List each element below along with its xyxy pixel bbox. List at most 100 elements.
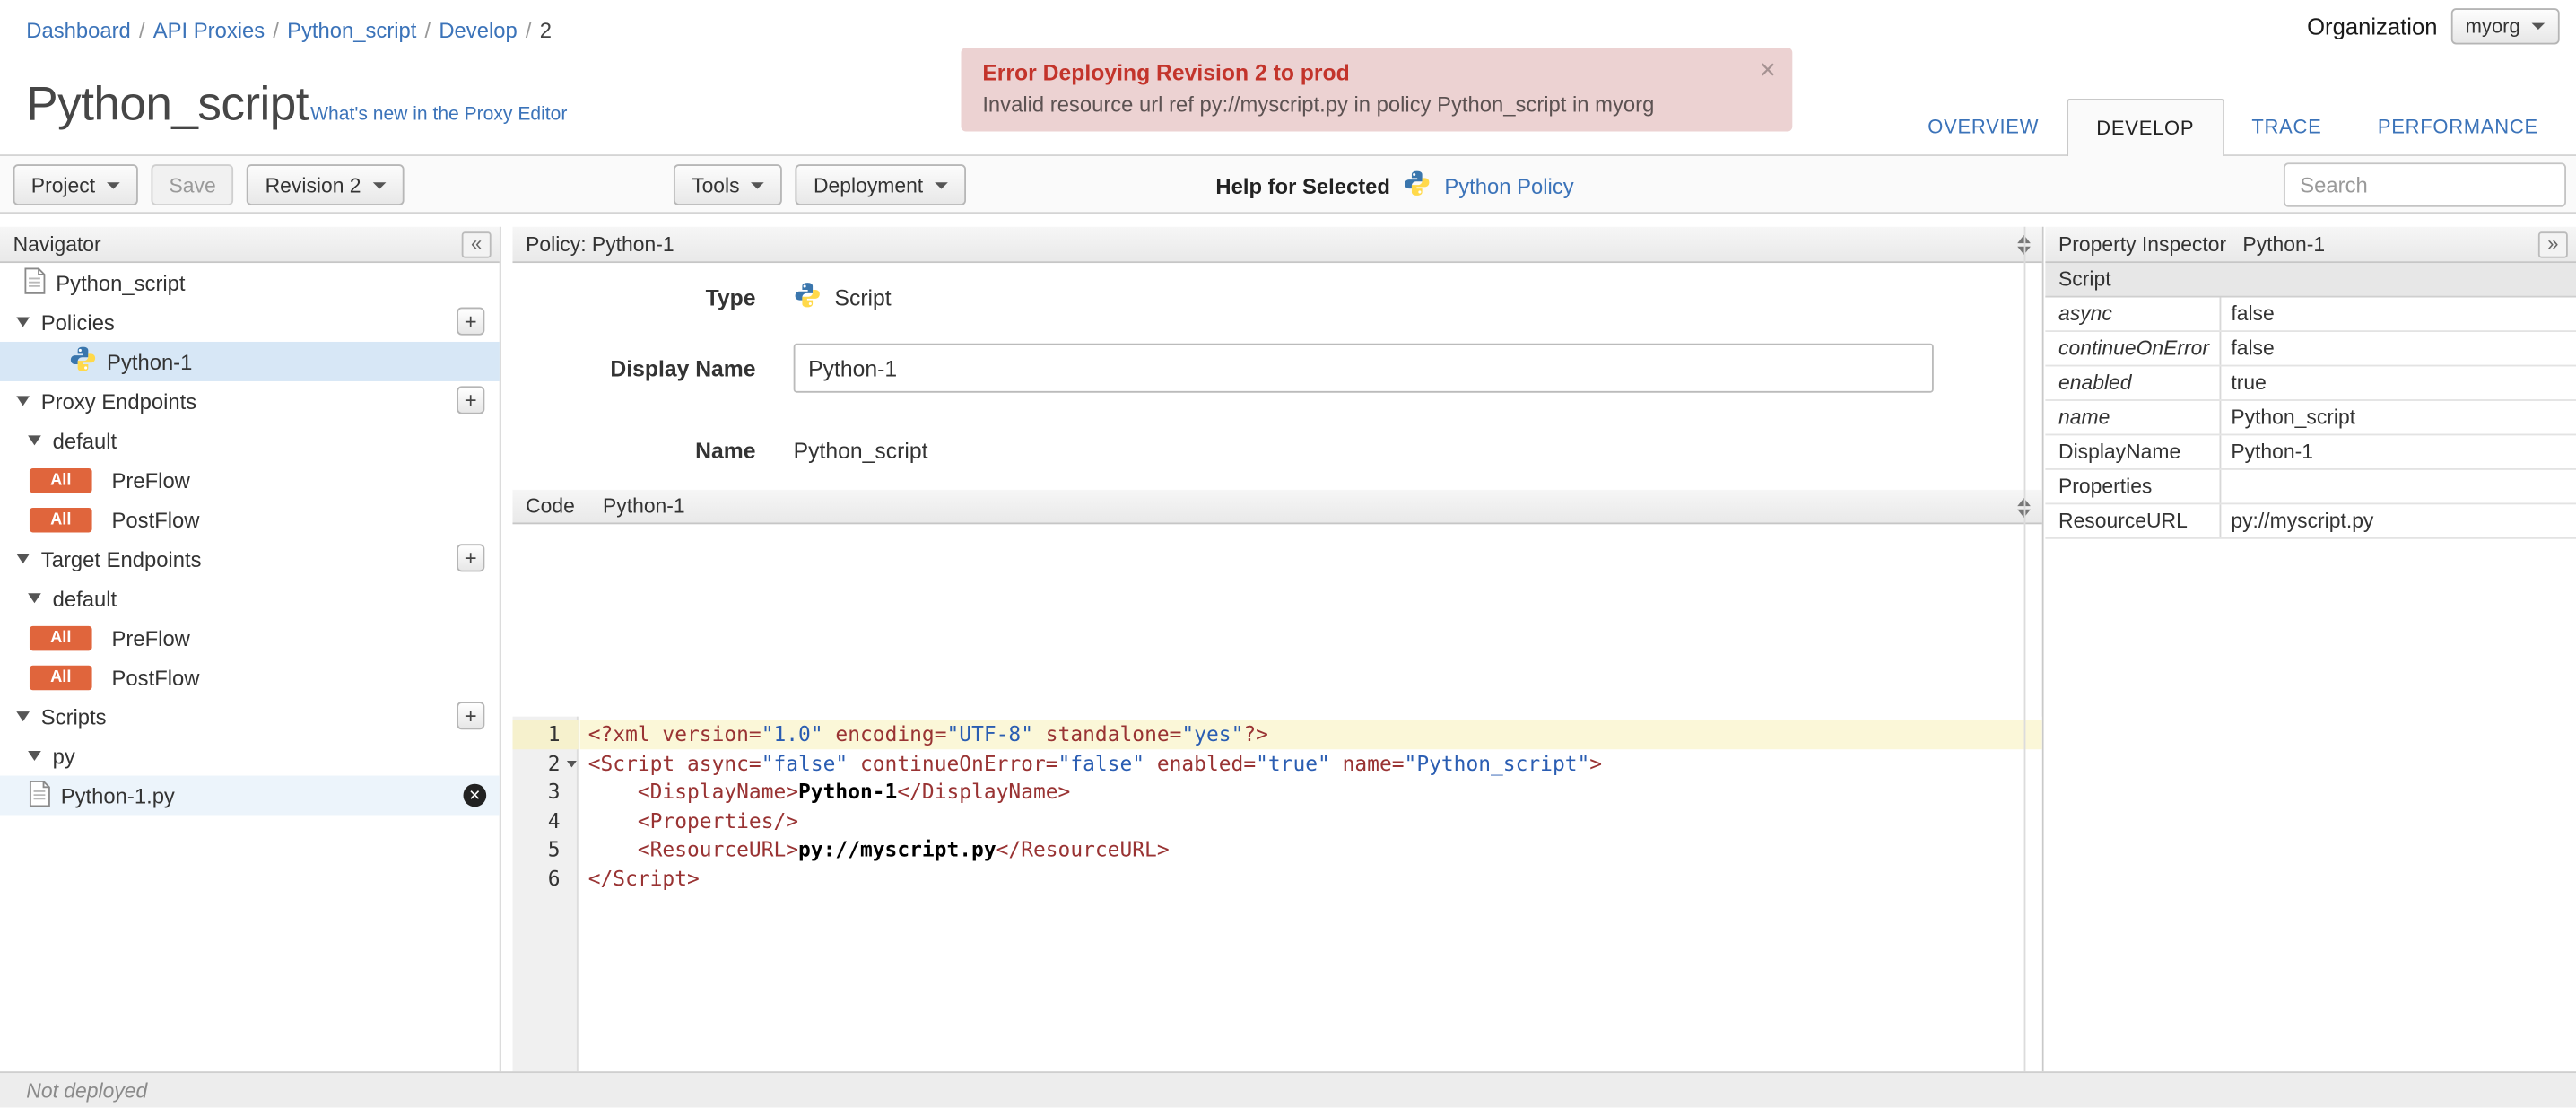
delete-script-icon[interactable]: ✕ [463,783,487,807]
property-value: false [2231,302,2275,326]
breadcrumb-separator: / [424,18,431,43]
deployment-button[interactable]: Deployment [795,164,966,205]
disclosure-triangle-icon[interactable] [16,396,30,406]
breadcrumb-proxy-name[interactable]: Python_script [287,18,416,42]
property-row[interactable]: async false [2045,297,2576,332]
display-name-input[interactable] [793,343,1934,393]
disclosure-triangle-icon[interactable] [28,751,41,762]
tab-overview[interactable]: OVERVIEW [1900,115,2067,156]
tab-develop[interactable]: DEVELOP [2067,98,2224,157]
nav-item-target-preflow[interactable]: All PreFlow [0,618,500,658]
revision-button[interactable]: Revision 2 [247,164,405,205]
property-value: false [2231,336,2275,361]
whats-new-link[interactable]: What's new in the Proxy Editor [310,105,567,125]
python-policy-help-link[interactable]: Python Policy [1444,173,1573,197]
nav-group-label: default [52,428,117,453]
disclosure-triangle-icon[interactable] [16,317,30,327]
code-line[interactable]: 3 <DisplayName>Python-1</DisplayName> [512,777,2041,806]
python-icon [794,281,822,314]
nav-section-scripts[interactable]: Scripts + [0,697,500,737]
property-section-header: Script [2045,263,2576,298]
code-header-policy-name: Python-1 [603,494,685,518]
property-value: true [2231,371,2267,395]
nav-item-label: PostFlow [111,507,200,532]
nav-section-label: Proxy Endpoints [40,388,197,414]
nav-item-proxy-preflow[interactable]: All PreFlow [0,460,500,500]
name-value: Python_script [793,438,928,463]
policy-panel-header: Policy: Python-1 [512,226,2042,264]
organization-select[interactable]: myorg [2450,8,2560,45]
display-name-label: Display Name [610,355,756,381]
save-button[interactable]: Save [151,164,234,205]
code-lines: 1 <?xml version="1.0" encoding="UTF-8" st… [512,717,2042,893]
property-key: enabled [2045,366,2222,400]
add-target-endpoint-button[interactable]: + [457,544,485,572]
code-line[interactable]: 2 <Script async="false" continueOnError="… [512,748,2041,777]
line-number: 2 [512,748,578,777]
nav-section-target-endpoints[interactable]: Target Endpoints + [0,539,500,579]
property-row[interactable]: Properties [2045,469,2576,505]
code-line[interactable]: 4 <Properties/> [512,806,2041,834]
chevron-down-icon [934,181,948,188]
expand-panel-icon[interactable]: » [2537,231,2568,258]
code-line[interactable]: 6 </Script> [512,864,2041,893]
add-policy-button[interactable]: + [457,307,485,336]
name-label: Name [695,438,756,463]
add-script-button[interactable]: + [457,702,485,730]
breadcrumb-separator: / [525,18,532,43]
property-value: py://myscript.py [2231,509,2374,533]
breadcrumb-dashboard[interactable]: Dashboard [26,18,131,42]
flow-all-badge: All [29,624,92,650]
tools-button[interactable]: Tools [673,164,783,205]
fold-icon[interactable] [566,760,577,767]
disclosure-triangle-icon[interactable] [28,435,41,446]
breadcrumb-separator: / [138,18,145,43]
code-editor[interactable]: 1 <?xml version="1.0" encoding="UTF-8" st… [512,716,2042,1072]
tab-performance[interactable]: PERFORMANCE [2350,115,2566,156]
nav-section-policies[interactable]: Policies + [0,302,500,342]
nav-item-script-file[interactable]: Python-1.py ✕ [0,775,500,816]
project-button[interactable]: Project [13,164,138,205]
nav-item-target-postflow[interactable]: All PostFlow [0,658,500,697]
tab-trace[interactable]: TRACE [2224,115,2349,156]
save-button-label: Save [169,173,216,196]
breadcrumb-develop[interactable]: Develop [439,18,517,42]
disclosure-triangle-icon[interactable] [16,711,30,722]
nav-group-proxy-default[interactable]: default [0,421,500,460]
breadcrumb-api-proxies[interactable]: API Proxies [153,18,265,42]
code-header-label: Code [526,494,575,518]
nav-group-label: default [52,585,117,611]
add-proxy-endpoint-button[interactable]: + [457,386,485,414]
close-icon[interactable]: × [1760,56,1776,83]
nav-item-proxy-postflow[interactable]: All PostFlow [0,500,500,539]
navigator-panel: Navigator « Python_script Policies + Pyt… [0,226,501,1072]
search-input[interactable] [2283,162,2567,207]
status-bar: Not deployed [0,1071,2576,1108]
code-line[interactable]: 5 <ResourceURL>py://myscript.py</Resourc… [512,834,2041,863]
error-banner-message: Invalid resource url ref py://myscript.p… [982,92,1655,118]
property-row[interactable]: enabled true [2045,366,2576,401]
collapse-panel-icon[interactable]: « [461,231,492,258]
disclosure-triangle-icon[interactable] [28,593,41,604]
nav-item-label: Python-1 [107,349,193,374]
nav-group-py[interactable]: py [0,737,500,776]
help-for-selected-label: Help for Selected [1215,173,1390,198]
error-banner: Error Deploying Revision 2 to prod Inval… [961,48,1793,132]
code-line[interactable]: 1 <?xml version="1.0" encoding="UTF-8" st… [512,720,2042,749]
disclosure-triangle-icon[interactable] [16,554,30,564]
navigator-title: Navigator [13,232,101,256]
nav-item-root[interactable]: Python_script [0,263,500,302]
property-row[interactable]: ResourceURL py://myscript.py [2045,504,2576,539]
property-row[interactable]: continueOnError false [2045,331,2576,367]
toolbar: Project Save Revision 2 Tools Deployment… [0,154,2576,214]
property-row[interactable]: DisplayName Python-1 [2045,435,2576,470]
nav-section-proxy-endpoints[interactable]: Proxy Endpoints + [0,381,500,421]
property-row[interactable]: name Python_script [2045,400,2576,436]
nav-item-policy-python-1[interactable]: Python-1 [0,341,500,381]
flow-all-badge: All [29,507,92,532]
organization-area: Organization myorg [2307,8,2560,45]
property-inspector-title: Property Inspector [2058,232,2227,256]
nav-section-label: Scripts [40,703,107,729]
nav-group-target-default[interactable]: default [0,579,500,618]
tab-bar: OVERVIEW DEVELOP TRACE PERFORMANCE [1900,98,2566,157]
